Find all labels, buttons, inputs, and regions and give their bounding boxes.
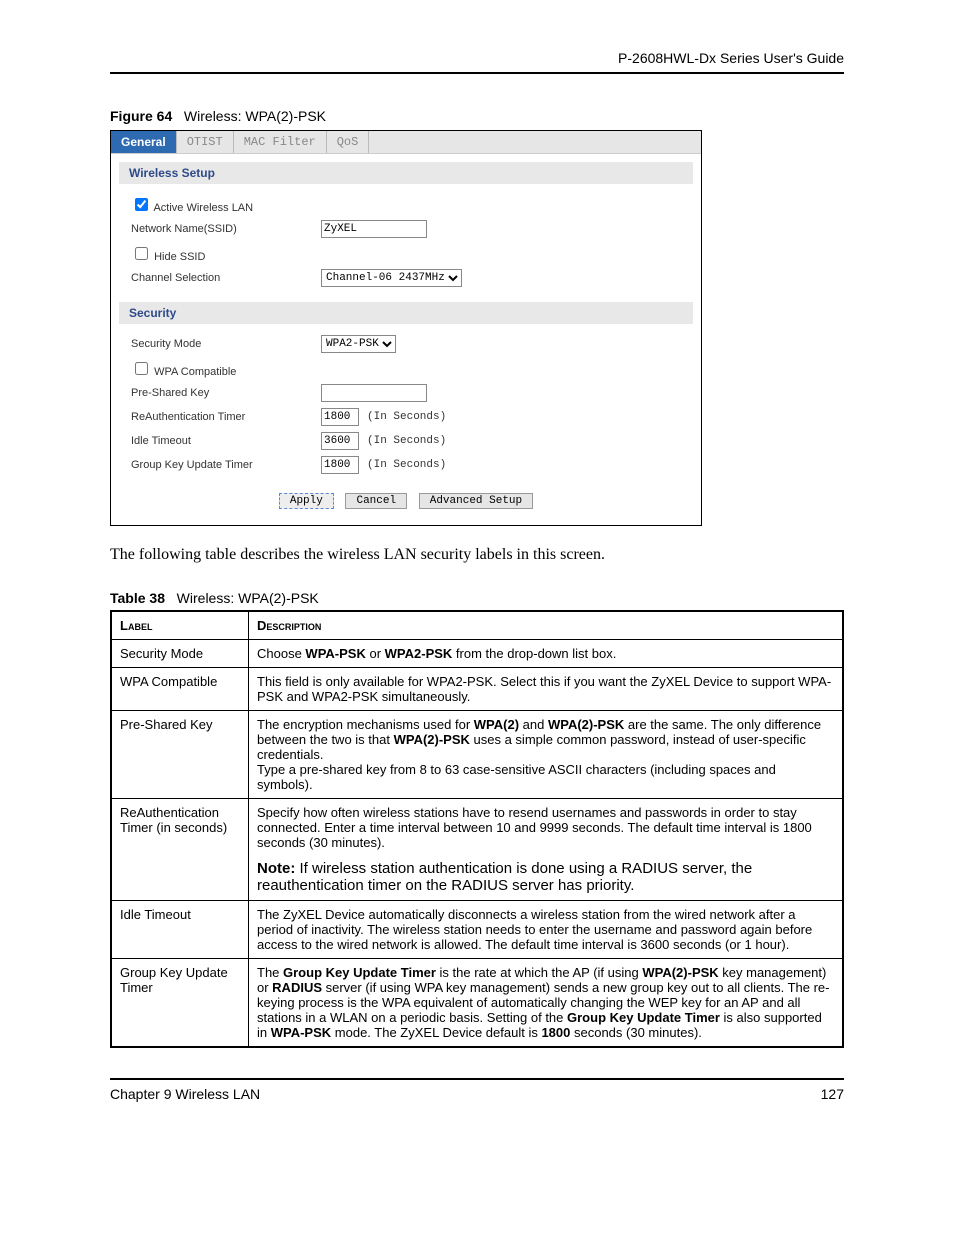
hide-ssid-checkbox[interactable] (135, 247, 148, 260)
secmode-select[interactable]: WPA2-PSK (321, 335, 396, 353)
table-title: Wireless: WPA(2)-PSK (177, 590, 319, 606)
group-input[interactable] (321, 456, 359, 474)
apply-button[interactable]: Apply (279, 493, 334, 509)
cell-label: WPA Compatible (111, 668, 249, 711)
description-table: Label Description Security Mode Choose W… (110, 610, 844, 1048)
advanced-setup-button[interactable]: Advanced Setup (419, 493, 533, 509)
table-row: Group Key Update Timer The Group Key Upd… (111, 959, 843, 1048)
th-label: Label (111, 611, 249, 640)
footer-chapter: Chapter 9 Wireless LAN (110, 1086, 260, 1102)
table-row: Pre-Shared Key The encryption mechanisms… (111, 711, 843, 799)
tab-bar: General OTIST MAC Filter QoS (111, 131, 701, 154)
ssid-label: Network Name(SSID) (131, 223, 321, 235)
table-row: Security Mode Choose WPA-PSK or WPA2-PSK… (111, 640, 843, 668)
reauth-input[interactable] (321, 408, 359, 426)
section-security: Security (119, 302, 693, 324)
tab-macfilter[interactable]: MAC Filter (234, 131, 327, 153)
cell-desc: Specify how often wireless stations have… (249, 799, 844, 901)
tab-general[interactable]: General (111, 131, 177, 153)
footer-page-number: 127 (821, 1086, 844, 1102)
channel-label: Channel Selection (131, 272, 321, 284)
cell-desc: This field is only available for WPA2-PS… (249, 668, 844, 711)
group-label: Group Key Update Timer (131, 459, 321, 471)
reauth-label: ReAuthentication Timer (131, 411, 321, 423)
idle-label: Idle Timeout (131, 435, 321, 447)
cell-desc: The ZyXEL Device automatically disconnec… (249, 901, 844, 959)
secmode-label: Security Mode (131, 338, 321, 350)
cancel-button[interactable]: Cancel (345, 493, 407, 509)
page-footer: Chapter 9 Wireless LAN 127 (110, 1078, 844, 1102)
table-row: WPA Compatible This field is only availa… (111, 668, 843, 711)
cell-label: Idle Timeout (111, 901, 249, 959)
figure-title: Wireless: WPA(2)-PSK (184, 108, 326, 124)
cell-desc: The Group Key Update Timer is the rate a… (249, 959, 844, 1048)
reauth-unit: (In Seconds) (367, 411, 446, 423)
idle-input[interactable] (321, 432, 359, 450)
channel-select[interactable]: Channel-06 2437MHz (321, 269, 462, 287)
section-wireless-setup: Wireless Setup (119, 162, 693, 184)
intro-paragraph: The following table describes the wirele… (110, 546, 844, 564)
idle-unit: (In Seconds) (367, 435, 446, 447)
cell-desc: The encryption mechanisms used for WPA(2… (249, 711, 844, 799)
psk-label: Pre-Shared Key (131, 387, 321, 399)
psk-input[interactable] (321, 384, 427, 402)
cell-label: Security Mode (111, 640, 249, 668)
table-row: Idle Timeout The ZyXEL Device automatica… (111, 901, 843, 959)
wpa-compat-label: WPA Compatible (154, 366, 236, 378)
figure-caption: Figure 64 Wireless: WPA(2)-PSK (110, 108, 844, 124)
wireless-config-screenshot: General OTIST MAC Filter QoS Wireless Se… (110, 130, 702, 526)
table-caption: Table 38 Wireless: WPA(2)-PSK (110, 590, 844, 606)
page-header: P-2608HWL-Dx Series User's Guide (110, 50, 844, 74)
active-wlan-label: Active Wireless LAN (153, 202, 253, 214)
table-row: ReAuthentication Timer (in seconds) Spec… (111, 799, 843, 901)
ssid-input[interactable] (321, 220, 427, 238)
table-number: Table 38 (110, 590, 165, 606)
tab-otist[interactable]: OTIST (177, 131, 234, 153)
cell-label: ReAuthentication Timer (in seconds) (111, 799, 249, 901)
wpa-compat-checkbox[interactable] (135, 362, 148, 375)
group-unit: (In Seconds) (367, 459, 446, 471)
tab-qos[interactable]: QoS (327, 131, 370, 153)
hide-ssid-label: Hide SSID (154, 251, 205, 263)
th-desc: Description (249, 611, 844, 640)
figure-number: Figure 64 (110, 108, 172, 124)
active-wlan-checkbox[interactable] (135, 198, 148, 211)
cell-desc: Choose WPA-PSK or WPA2-PSK from the drop… (249, 640, 844, 668)
cell-label: Group Key Update Timer (111, 959, 249, 1048)
cell-label: Pre-Shared Key (111, 711, 249, 799)
